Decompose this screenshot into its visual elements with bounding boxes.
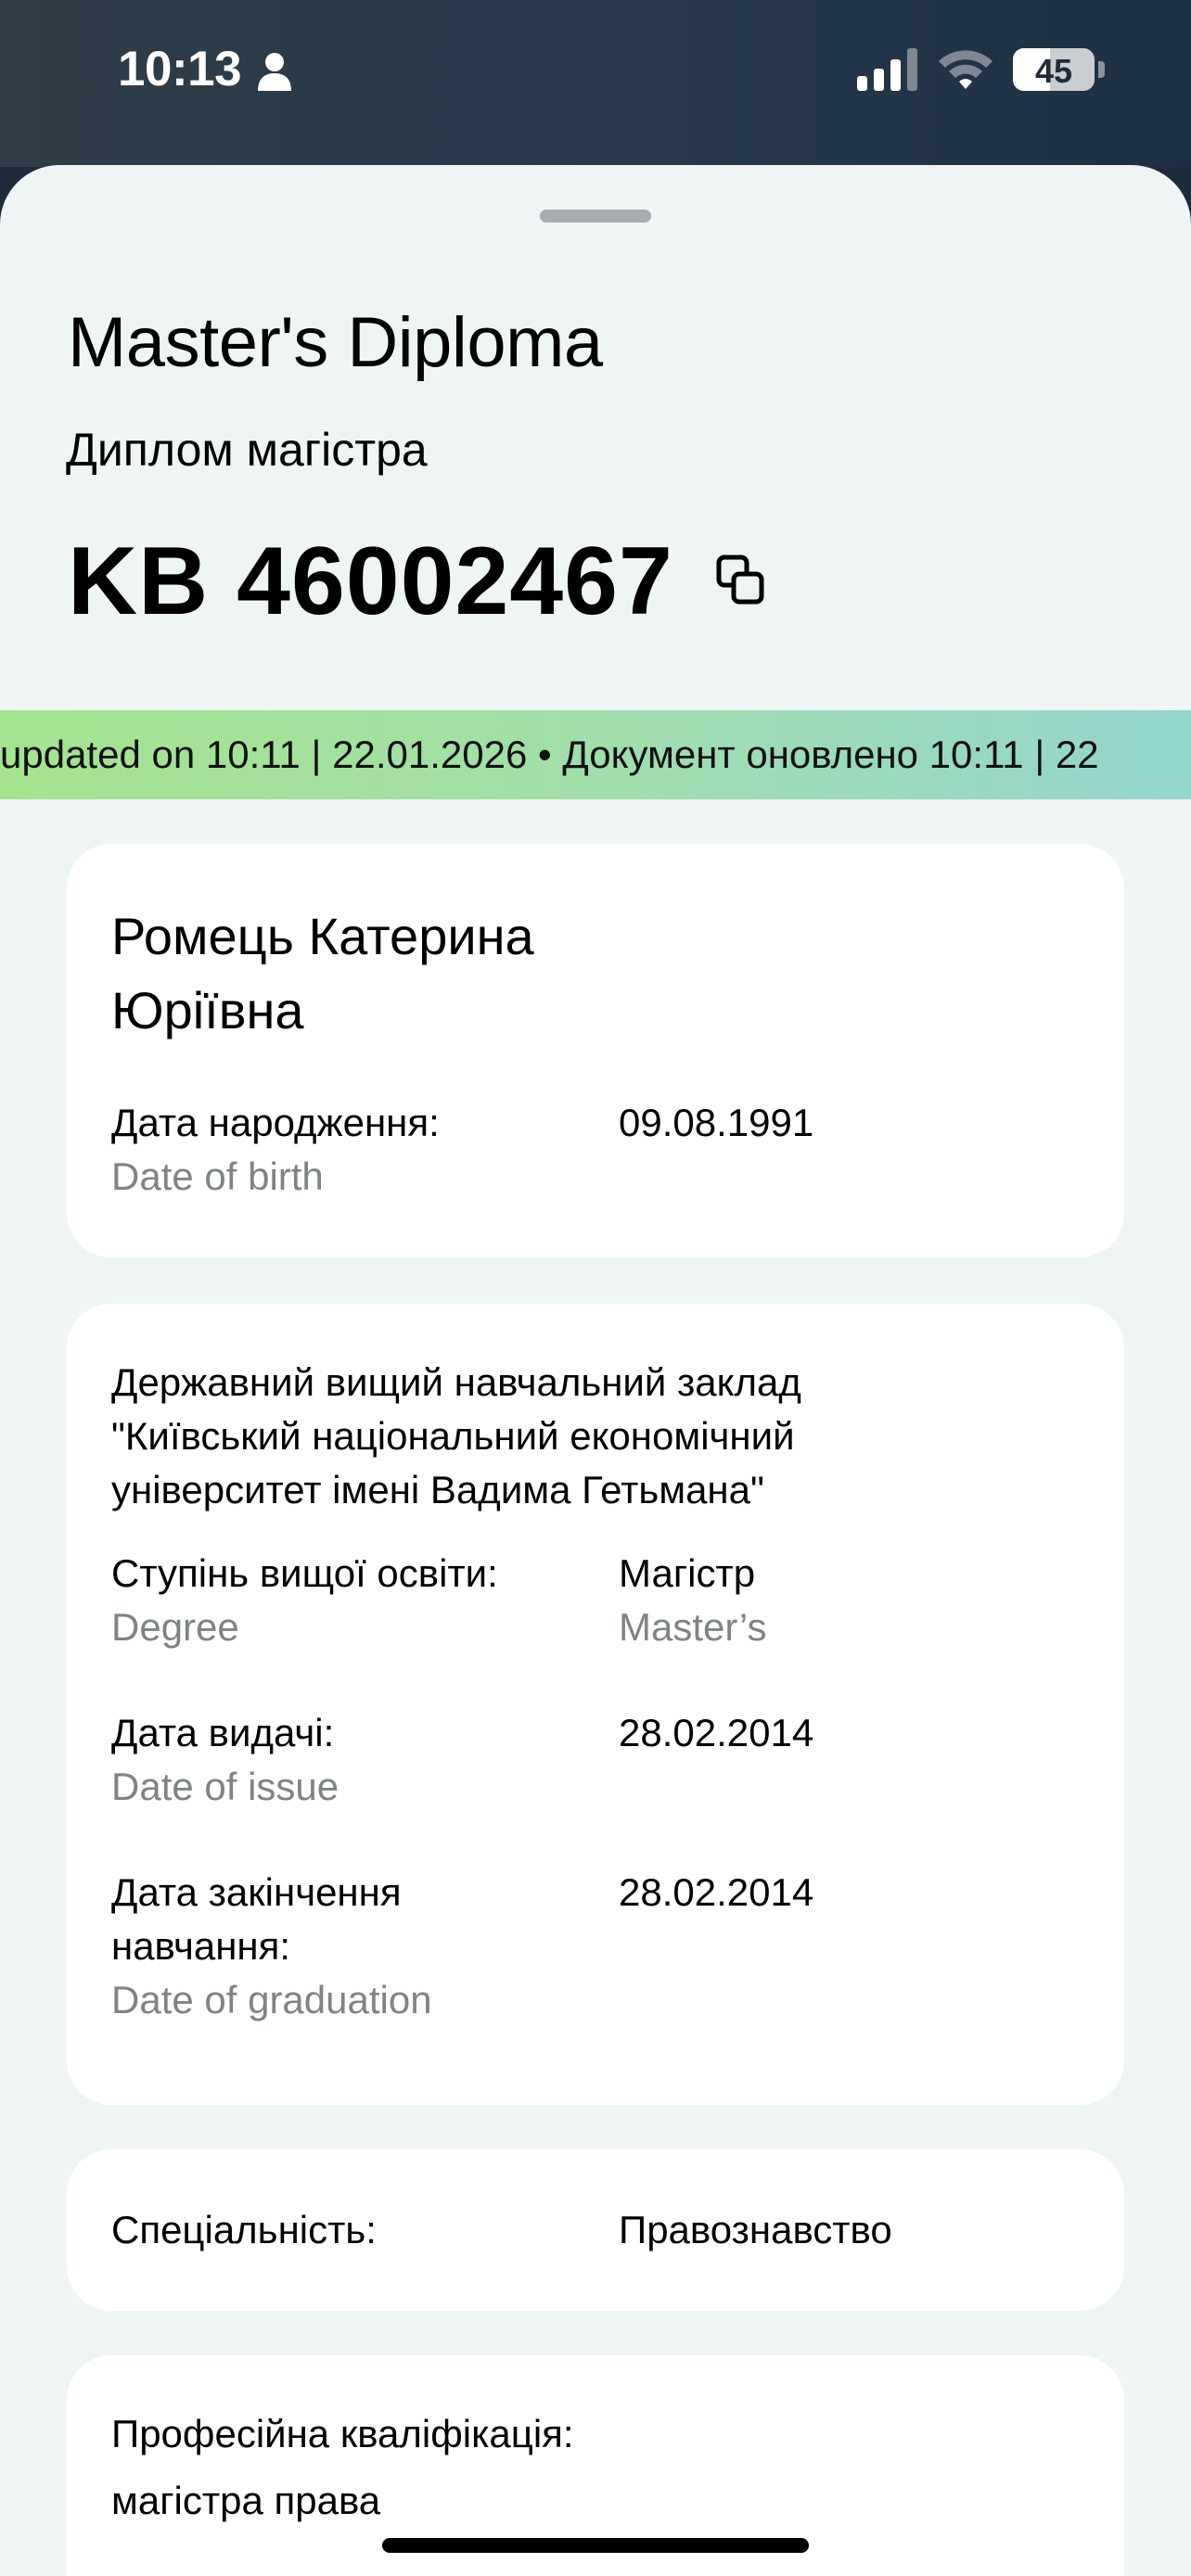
person-card: Ромець Катерина Юріївна Дата народження:… — [67, 844, 1124, 1257]
degree-value: Магістр — [619, 1551, 756, 1595]
degree-sublabel: Degree — [111, 1605, 239, 1649]
document-number: KB 46002467 — [68, 528, 673, 635]
degree-value-sub: Master’s — [619, 1605, 767, 1649]
graduation-date-value: 28.02.2014 — [619, 1870, 814, 1914]
document-sheet: Master's Diploma Диплом магістра KB 4600… — [0, 165, 1191, 2576]
page-subtitle: Диплом магістра — [66, 424, 428, 476]
graduation-date-sublabel: Date of graduation — [111, 1978, 432, 2021]
page-title: Master's Diploma — [68, 303, 603, 382]
birth-date-sublabel: Date of birth — [111, 1154, 324, 1198]
status-bar: 10:13 45 — [0, 0, 1191, 167]
home-indicator[interactable] — [382, 2538, 809, 2553]
specialty-label: Спеціальність: — [111, 2208, 377, 2251]
institution-name: Державний вищий навчальний заклад "Київс… — [111, 1360, 801, 1511]
qualification-label: Професійна кваліфікація: — [111, 2412, 574, 2455]
sheet-grabber[interactable] — [540, 210, 651, 223]
issue-date-sublabel: Date of issue — [111, 1765, 339, 1808]
battery-icon: 45 — [1013, 48, 1095, 91]
birth-date-label: Дата народження: — [111, 1101, 440, 1144]
wifi-icon — [939, 50, 992, 89]
ticker-text: updated on 10:11 | 22.01.2026 • Документ… — [0, 733, 1099, 776]
person-name: Ромець Катерина Юріївна — [111, 907, 534, 1039]
issue-date-value: 28.02.2014 — [619, 1711, 814, 1754]
issue-date-label: Дата видачі: — [111, 1711, 335, 1754]
update-ticker: updated on 10:11 | 22.01.2026 • Документ… — [0, 710, 1191, 799]
battery-level: 45 — [1034, 52, 1073, 90]
specialty-card: Спеціальність: Правознавство — [67, 2149, 1124, 2311]
qualification-value: магістра права — [111, 2479, 381, 2522]
person-icon — [258, 53, 291, 91]
specialty-value: Правознавство — [619, 2208, 892, 2251]
battery-tip — [1098, 61, 1105, 78]
birth-date-value: 09.08.1991 — [619, 1101, 814, 1144]
graduation-date-label: Дата закінчення навчання: — [111, 1870, 402, 1968]
signal-icon — [857, 48, 917, 91]
education-card: Державний вищий навчальний заклад "Київс… — [67, 1304, 1124, 2105]
status-time: 10:13 — [118, 42, 242, 96]
degree-label: Ступінь вищої освіти: — [111, 1551, 498, 1595]
copy-icon[interactable] — [716, 555, 764, 605]
